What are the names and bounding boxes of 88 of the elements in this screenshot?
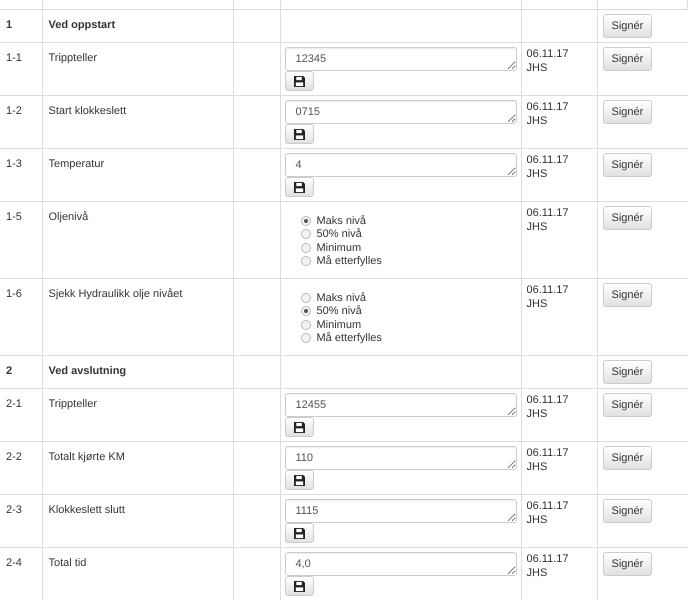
sign-date: 06.11.17 — [526, 393, 570, 407]
row-label: Ved avslutning — [48, 364, 126, 378]
radio-label: Må etterfylles — [316, 331, 382, 346]
row-number: 2-3 — [6, 503, 22, 517]
radio-label: Minimum — [316, 318, 362, 332]
sign-button[interactable]: Signér — [602, 552, 652, 576]
radio-button[interactable] — [300, 216, 310, 226]
sign-button[interactable]: Signér — [602, 499, 652, 523]
row-number: 1-1 — [6, 51, 22, 65]
sign-initials: JHS — [526, 114, 548, 128]
row-label: Ved oppstart — [48, 18, 116, 32]
sign-date: 06.11.17 — [526, 153, 570, 167]
sign-initials: JHS — [526, 513, 548, 527]
save-icon — [294, 474, 304, 486]
sign-button[interactable]: Signér — [602, 360, 652, 384]
row-label: Total tid — [48, 556, 86, 570]
sign-initials: JHS — [526, 460, 548, 474]
radio-button[interactable] — [300, 256, 310, 266]
radio-button[interactable] — [300, 229, 310, 240]
radio-button[interactable] — [300, 306, 310, 316]
row-label: Trippteller — [48, 397, 97, 411]
save-button[interactable] — [284, 71, 314, 91]
input-field[interactable]: 0715 — [284, 100, 516, 124]
sign-button[interactable]: Signér — [602, 153, 652, 177]
row-label: Klokkeslett slutt — [48, 503, 125, 517]
radio-label: Minimum — [316, 240, 362, 255]
radio-button[interactable] — [300, 320, 310, 330]
row-number: 2 — [6, 364, 12, 378]
sign-button[interactable]: Signér — [602, 283, 652, 307]
sign-button[interactable]: Signér — [602, 206, 652, 230]
sign-date: 06.11.17 — [526, 47, 570, 61]
row-label: Temperatur — [48, 157, 104, 171]
row-number: 1-6 — [6, 287, 22, 301]
row-label: Trippteller — [48, 51, 97, 65]
radio-label: 50% nivå — [316, 227, 362, 242]
save-button[interactable] — [284, 124, 314, 144]
radio-label: 50% nivå — [316, 304, 362, 318]
input-field[interactable]: 12345 — [284, 47, 516, 71]
input-field[interactable]: 4,0 — [284, 552, 516, 576]
sign-date: 06.11.17 — [526, 552, 570, 566]
row-number: 2-4 — [6, 556, 22, 570]
save-icon — [294, 528, 304, 538]
input-field[interactable]: 110 — [284, 446, 516, 470]
sign-initials: JHS — [526, 407, 548, 421]
row-number: 1-2 — [6, 104, 22, 118]
row-number: 1 — [6, 18, 12, 32]
sign-initials: JHS — [526, 297, 548, 311]
sign-button[interactable]: Signér — [602, 47, 652, 71]
radio-button[interactable] — [300, 292, 310, 303]
sign-button[interactable]: Signér — [602, 446, 652, 470]
row-label: Totalt kjørte KM — [48, 450, 125, 464]
row-label: Oljenivå — [48, 210, 88, 224]
sign-date: 06.11.17 — [526, 446, 570, 460]
save-button[interactable] — [284, 470, 314, 490]
sign-button[interactable]: Signér — [602, 14, 652, 38]
radio-label: Maks nivå — [316, 290, 366, 305]
save-button[interactable] — [284, 523, 314, 543]
row-number: 1-5 — [6, 210, 22, 224]
save-button[interactable] — [284, 177, 314, 197]
row-number: 2-2 — [6, 450, 22, 464]
save-icon — [294, 182, 304, 192]
sign-date: 06.11.17 — [526, 206, 570, 220]
radio-button[interactable] — [300, 333, 310, 344]
save-icon — [294, 580, 304, 592]
save-icon — [294, 128, 304, 140]
sign-date: 06.11.17 — [526, 499, 570, 513]
row-number: 1-3 — [6, 157, 22, 171]
sign-button[interactable]: Signér — [602, 100, 652, 124]
save-icon — [294, 422, 304, 432]
sign-initials: JHS — [526, 220, 548, 234]
sign-button[interactable]: Signér — [602, 393, 652, 417]
sign-date: 06.11.17 — [526, 283, 570, 297]
input-field[interactable]: 12455 — [284, 393, 516, 417]
input-field[interactable]: 4 — [284, 153, 516, 177]
sign-date: 06.11.17 — [526, 100, 570, 114]
radio-label: Maks nivå — [316, 214, 366, 228]
row-label: Start klokkeslett — [48, 104, 126, 118]
save-icon — [294, 76, 304, 86]
save-button[interactable] — [284, 576, 314, 596]
radio-label: Må etterfylles — [316, 254, 382, 268]
save-button[interactable] — [284, 417, 314, 437]
sign-initials: JHS — [526, 566, 548, 580]
sign-initials: JHS — [526, 167, 548, 181]
input-field[interactable]: 1115 — [284, 499, 516, 523]
sign-initials: JHS — [526, 61, 548, 75]
row-label: Sjekk Hydraulikk olje nivået — [48, 287, 182, 301]
radio-button[interactable] — [300, 242, 310, 253]
row-number: 2-1 — [6, 397, 22, 411]
